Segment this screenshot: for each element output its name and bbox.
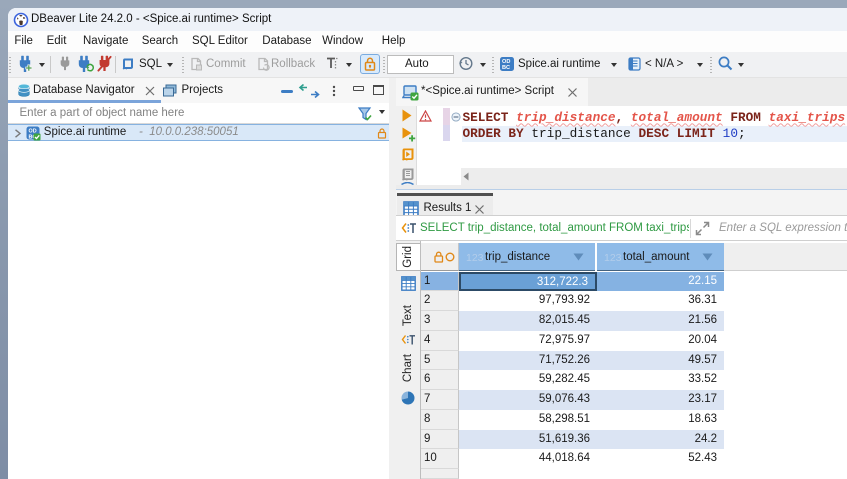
svg-text:BC: BC	[502, 65, 510, 71]
